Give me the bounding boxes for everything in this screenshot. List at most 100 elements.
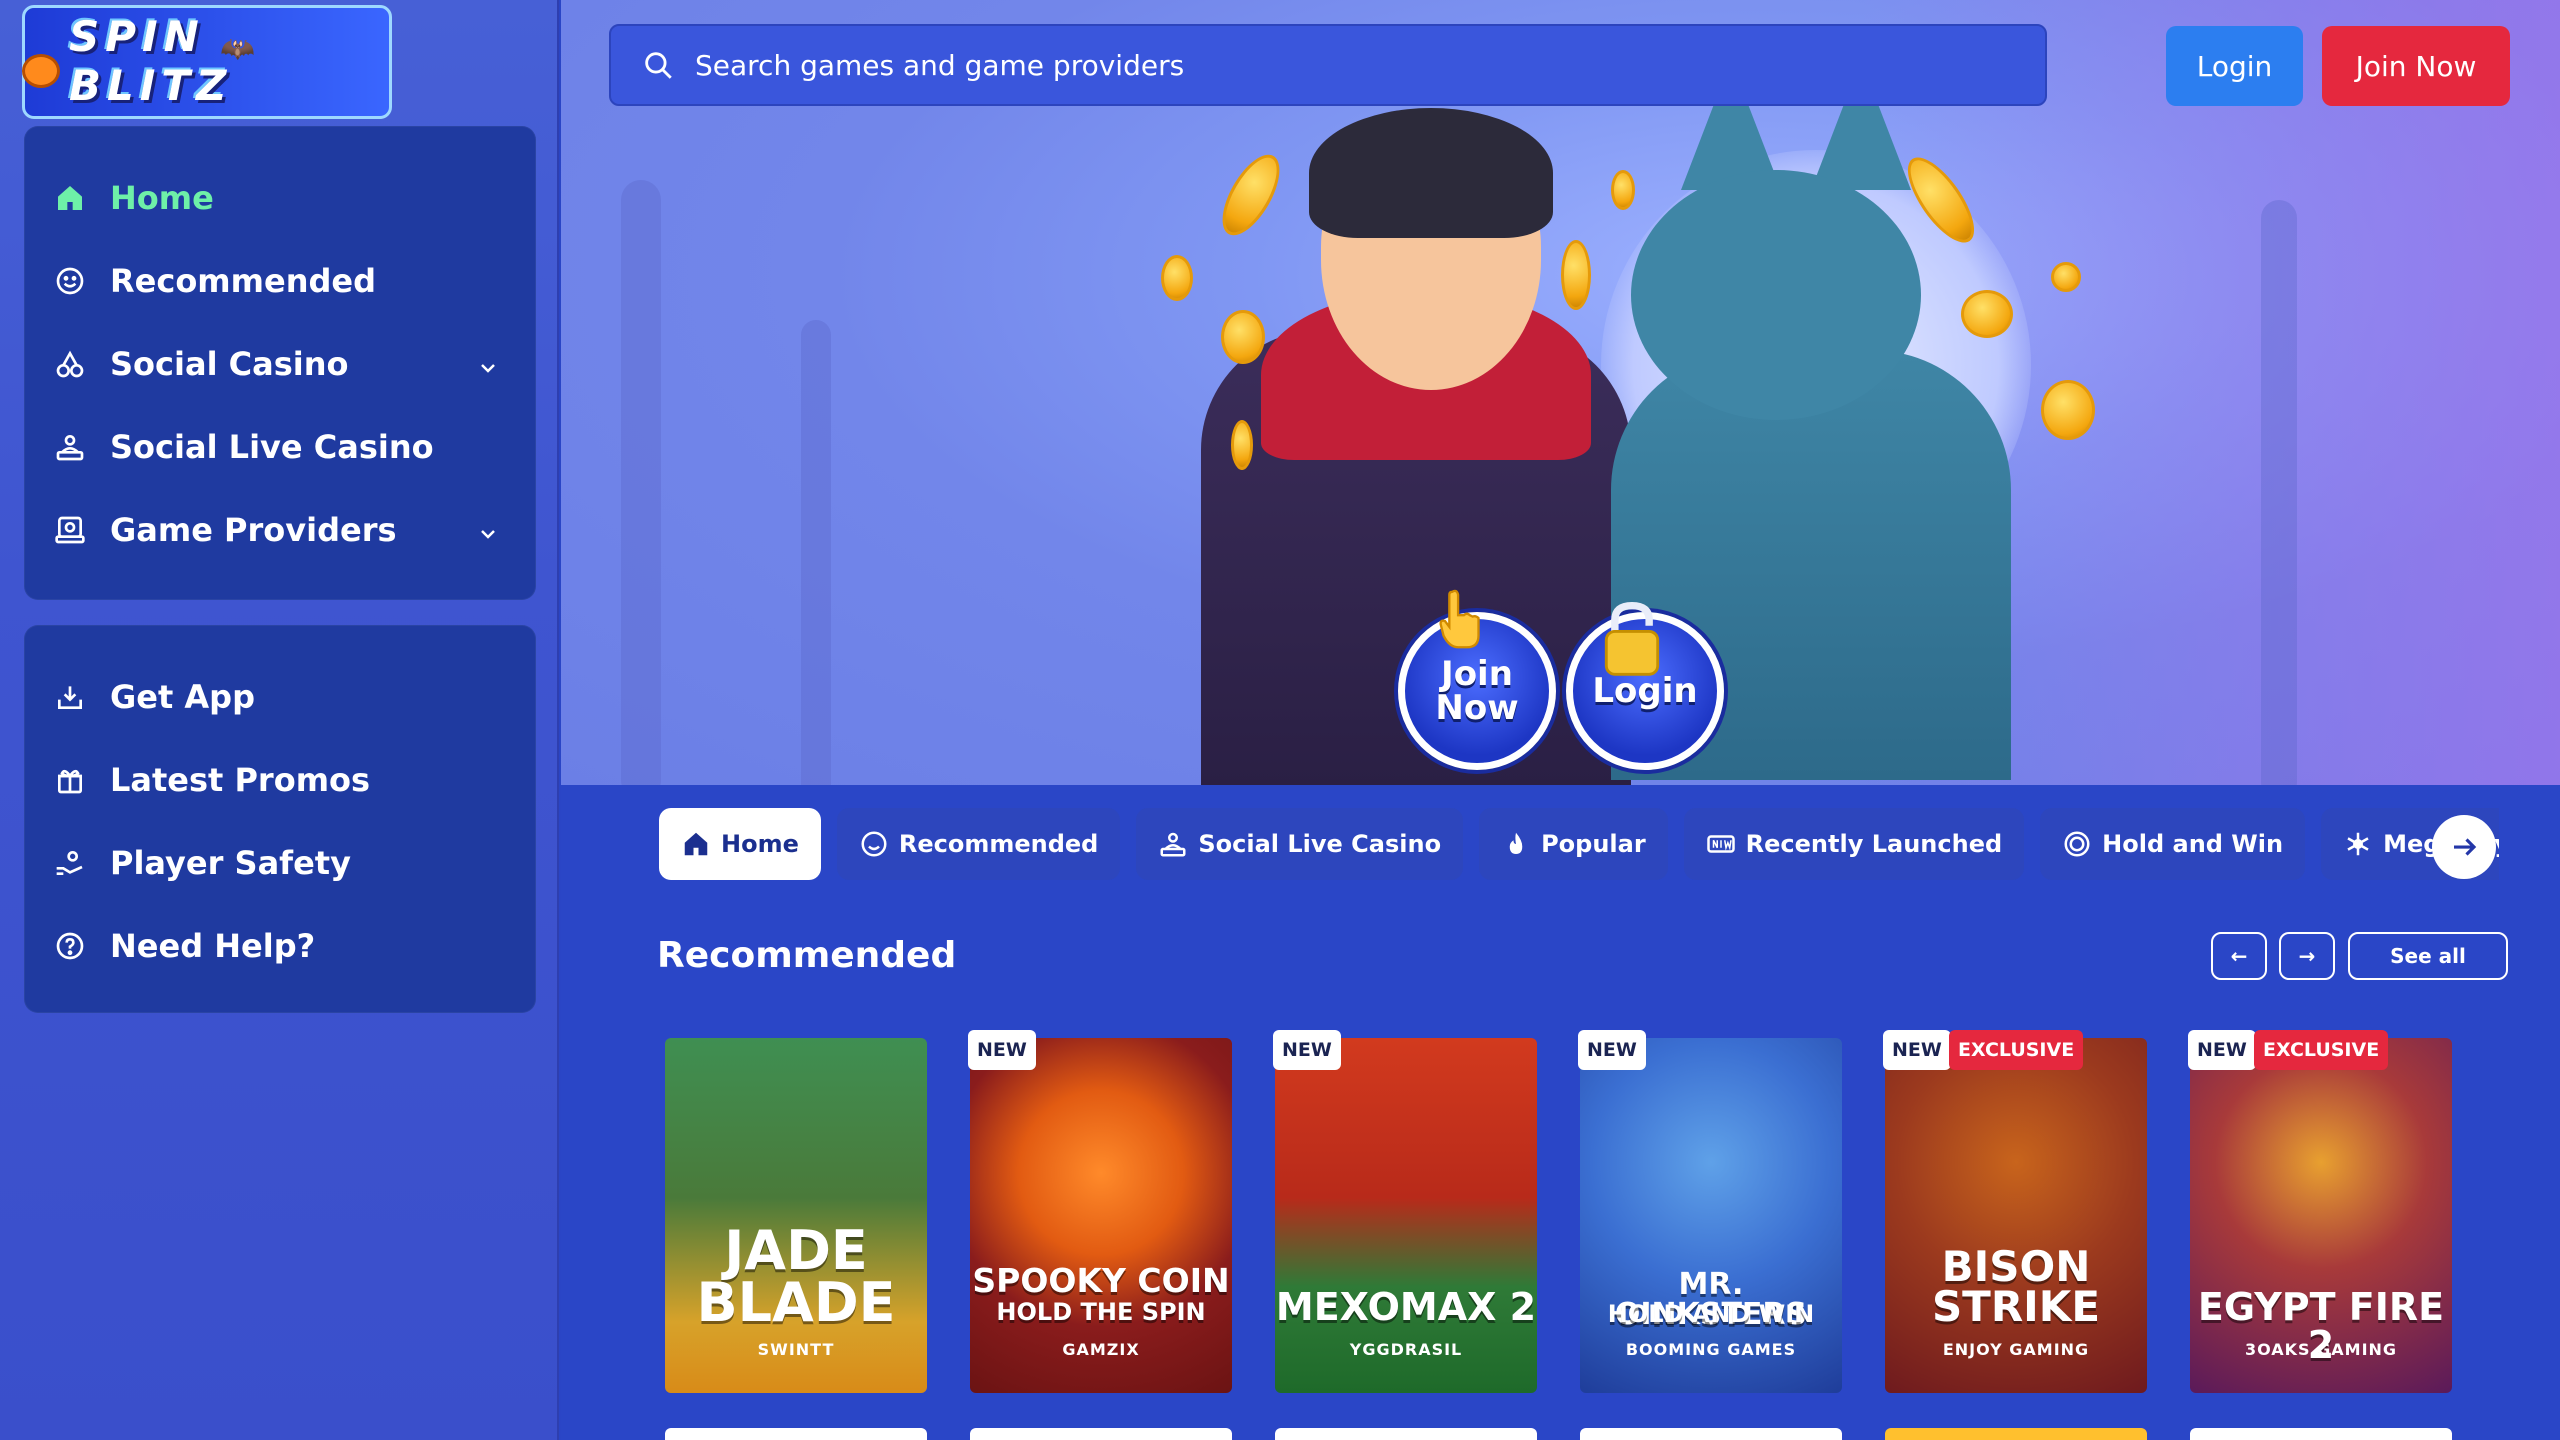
main-content: Join Now Login Login Join Now Home Recom… [561,0,2560,1440]
sidebar-item-get-app[interactable]: Get App [24,655,536,738]
coin-icon [2051,262,2081,292]
game-card-row2[interactable] [1580,1428,1842,1440]
sidebar-item-latest-promos[interactable]: Latest Promos [24,738,536,821]
coin-icon [2041,380,2095,440]
see-all-button[interactable]: See all [2348,932,2508,980]
sidebar-item-label: Latest Promos [110,760,371,799]
tab-label: Home [721,830,799,858]
secondary-nav-panel: Get App Latest Promos Player Safety Need… [24,625,536,1013]
hero-join-label-line2: Now [1435,688,1519,728]
game-card-bison-strike[interactable]: BISON STRIKE ENJOY GAMING [1885,1038,2147,1393]
help-circle-icon [54,930,86,962]
tab-home[interactable]: Home [659,808,821,880]
sidebar-item-home[interactable]: Home [24,156,536,239]
carousel-prev-button[interactable]: ← [2211,932,2267,980]
game-subtitle: BLADE [696,1271,896,1334]
new-badge: NEW [1578,1030,1646,1070]
game-provider: BOOMING GAMES [1625,1340,1797,1359]
tab-label: Popular [1541,830,1646,858]
gift-icon [54,764,86,796]
tab-label: Hold and Win [2102,830,2284,858]
game-provider: GAMZIX [1062,1340,1140,1359]
game-subtitle: HOLD AND WIN [1607,1300,1815,1328]
logo-text: SPIN BLITZ [22,5,392,119]
flame-icon [1501,829,1531,859]
dealer-icon [1158,829,1188,859]
new-badge: NEW [1273,1030,1341,1070]
game-title: SPOOKY COIN [972,1261,1230,1300]
new-badge: NEW [2188,1030,2256,1070]
search-icon [641,48,675,82]
game-card-spooky-coin[interactable]: SPOOKY COIN HOLD THE SPIN GAMZIX [970,1038,1232,1393]
sidebar-item-game-providers[interactable]: Game Providers [24,488,536,571]
pumpkin-icon [22,54,60,88]
game-card-row2[interactable] [970,1428,1232,1440]
search-bar[interactable] [609,24,2047,106]
coin-icon [2062,829,2092,859]
login-button[interactable]: Login [2166,26,2303,106]
main-nav-panel: Home Recommended Social Casino Social Li… [24,126,536,600]
game-card-row2[interactable] [2190,1428,2452,1440]
game-subtitle: HOLD THE SPIN [996,1298,1206,1326]
join-now-button[interactable]: Join Now [2322,26,2510,106]
game-card-row2[interactable] [1275,1428,1537,1440]
category-tabs: Home Recommended Social Live Casino Popu… [659,808,2499,880]
dealer-icon [54,431,86,463]
sidebar-item-label: Need Help? [110,926,316,965]
sidebar-item-label: Home [110,178,214,217]
tab-recommended[interactable]: Recommended [836,808,1121,880]
coin-icon [1161,255,1193,301]
brand-logo[interactable]: SPIN BLITZ 🦇 [22,5,392,119]
carousel-next-button[interactable]: → [2279,932,2335,980]
cherries-icon [54,348,86,380]
game-card-jade-blade[interactable]: JADE BLADE SWINTT [665,1038,927,1393]
sidebar-item-player-safety[interactable]: Player Safety [24,821,536,904]
tab-label: Social Live Casino [1198,830,1442,858]
sidebar-item-label: Social Live Casino [110,427,434,466]
sidebar-item-need-help[interactable]: Need Help? [24,904,536,987]
sidebar-item-label: Get App [110,677,255,716]
tabs-scroll-right-button[interactable] [2432,815,2496,879]
coin-icon [1611,170,1635,210]
home-icon [54,182,86,214]
tab-social-live-casino[interactable]: Social Live Casino [1136,808,1464,880]
search-input[interactable] [695,48,1995,82]
game-provider: SWINTT [757,1340,835,1359]
sidebar-item-recommended[interactable]: Recommended [24,239,536,322]
coin-icon [1561,240,1591,310]
game-provider: 3OAKS GAMING [2244,1340,2398,1359]
sidebar-item-label: Game Providers [110,510,397,549]
exclusive-badge: EXCLUSIVE [1949,1030,2084,1070]
section-title: Recommended [657,935,957,976]
tab-recently-launched[interactable]: Recently Launched [1683,808,2025,880]
snowflake-icon [2343,829,2373,859]
game-card-mr-oinksters[interactable]: MR. OINKSTERS HOLD AND WIN BOOMING GAMES [1580,1038,1842,1393]
bat-icon: 🦇 [220,32,255,65]
chevron-down-icon[interactable] [476,516,500,540]
coin-icon [1961,290,2013,338]
exclusive-badge: EXCLUSIVE [2254,1030,2389,1070]
game-provider: ENJOY GAMING [1942,1340,2090,1359]
game-card-egypt-fire-2[interactable]: EGYPT FIRE 2 3OAKS GAMING [2190,1038,2452,1393]
sidebar: SPIN BLITZ 🦇 Home Recommended Social Cas… [0,0,559,1440]
tab-label: Recommended [898,830,1099,858]
coin-icon [1211,146,1291,244]
sidebar-item-label: Player Safety [110,843,351,882]
coin-icon [1221,310,1265,364]
tab-popular[interactable]: Popular [1479,808,1668,880]
home-icon [681,829,711,859]
game-card-mexomax-2[interactable]: MEXOMAX 2 YGGDRASIL [1275,1038,1537,1393]
tab-label: Recently Launched [1745,830,2003,858]
game-card-row2[interactable] [665,1428,927,1440]
smile-icon [54,265,86,297]
hero-banner: Join Now Login [561,0,2560,785]
tab-hold-and-win[interactable]: Hold and Win [2040,808,2306,880]
sidebar-item-label: Recommended [110,261,376,300]
provider-icon [54,514,86,546]
safety-hand-icon [54,847,86,879]
sidebar-item-social-casino[interactable]: Social Casino [24,322,536,405]
game-provider: YGGDRASIL [1349,1340,1463,1359]
sidebar-item-social-live-casino[interactable]: Social Live Casino [24,405,536,488]
chevron-down-icon[interactable] [476,350,500,374]
game-card-row2[interactable] [1885,1428,2147,1440]
